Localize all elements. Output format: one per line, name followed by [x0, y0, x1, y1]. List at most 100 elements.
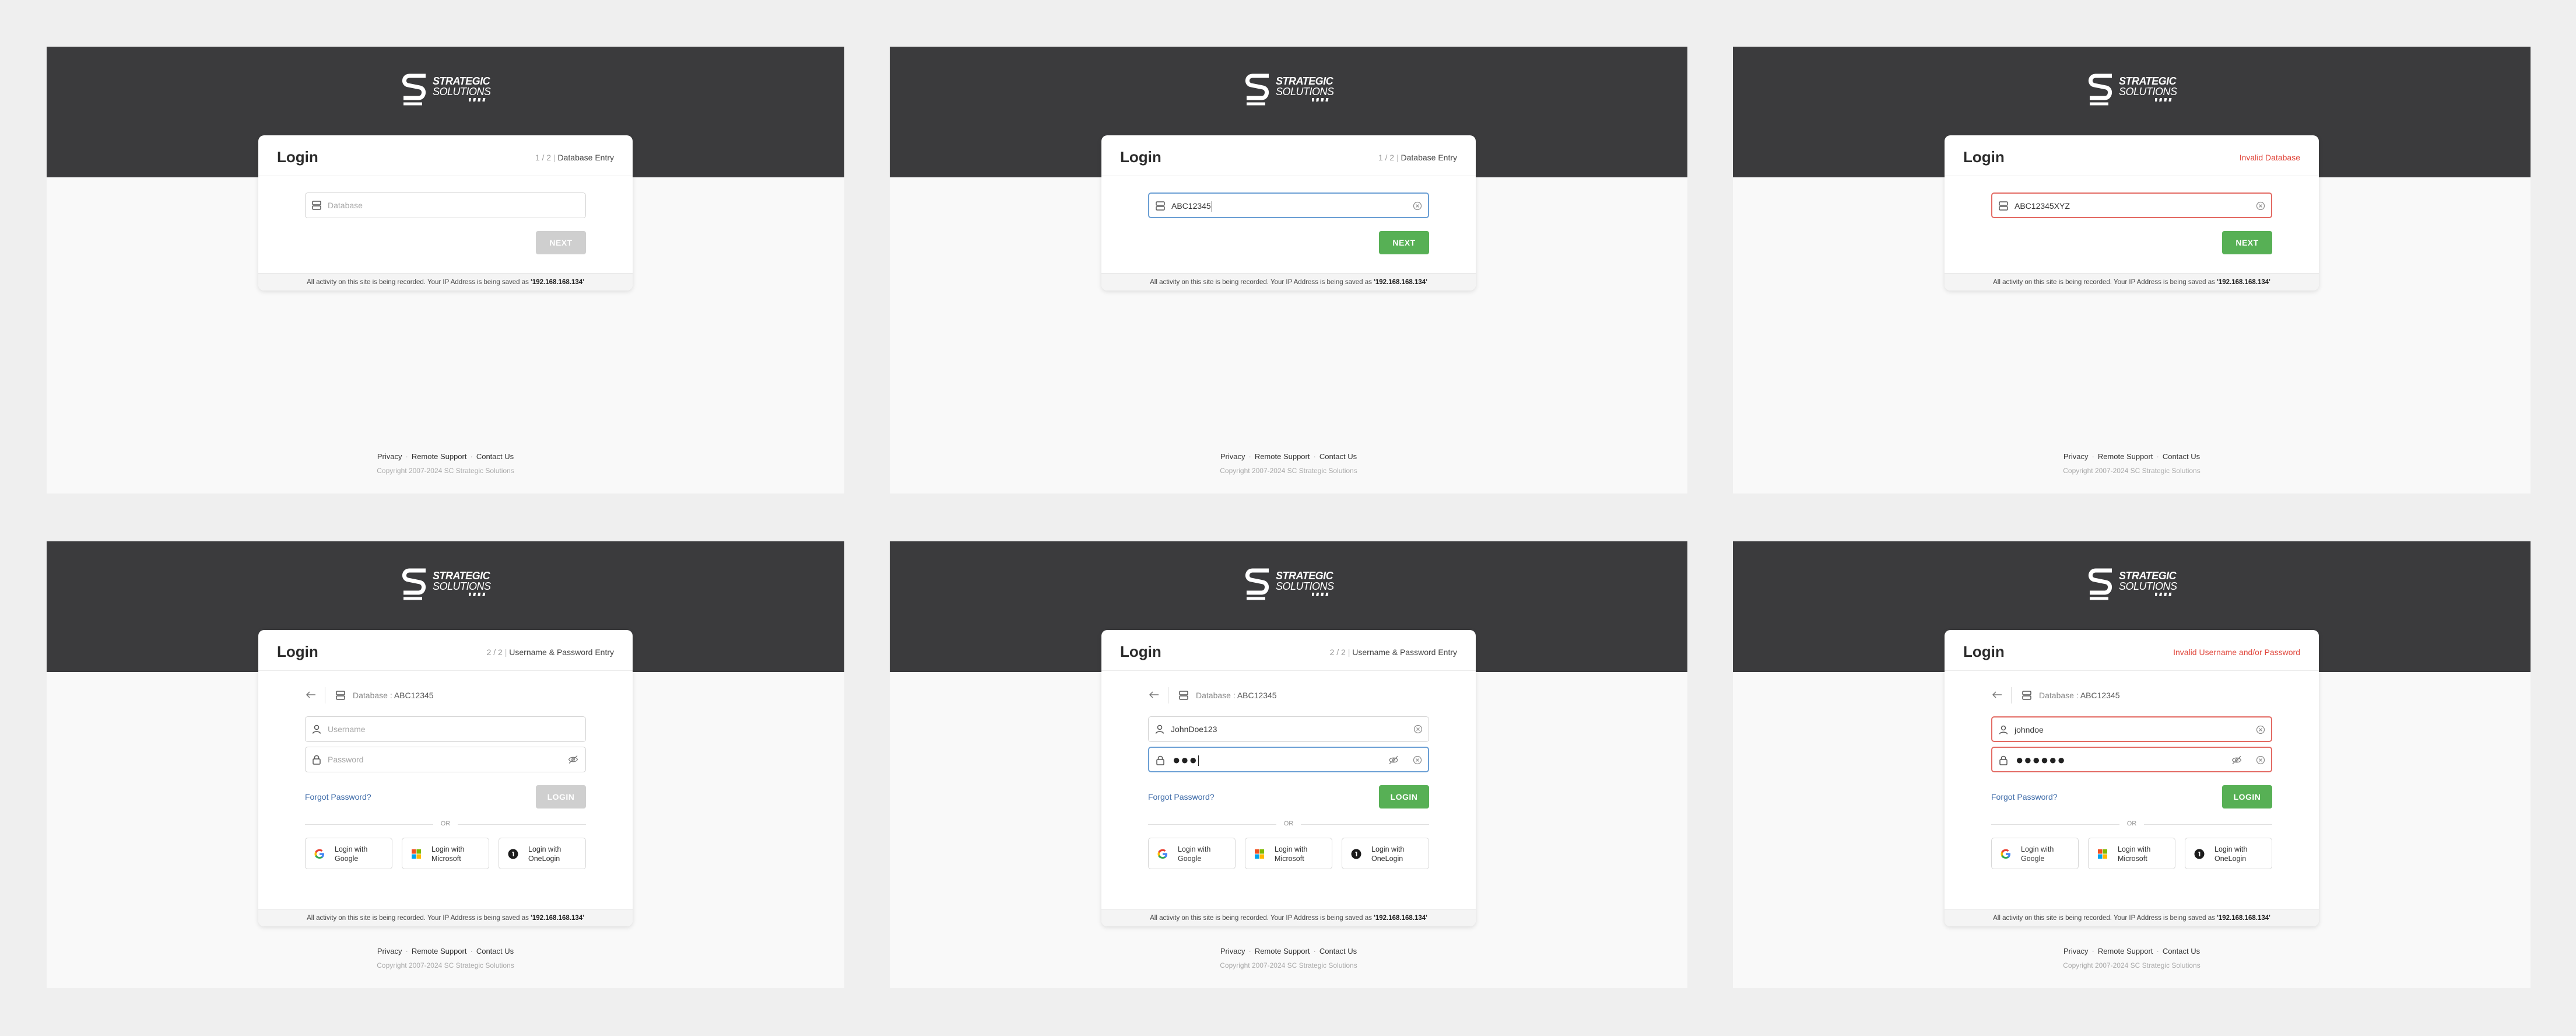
eye-off-icon[interactable] — [1388, 755, 1399, 765]
brand-line1: STRATEGIC — [2119, 570, 2177, 582]
brand-line2: SOLUTIONS — [433, 580, 491, 592]
privacy-link[interactable]: Privacy — [2063, 452, 2089, 461]
forgot-password-link[interactable]: Forgot Password? — [305, 792, 371, 802]
remote-support-link[interactable]: Remote Support — [2098, 947, 2153, 956]
card-title: Login — [1120, 148, 1161, 166]
step-indicator: 2 / 2 | Username & Password Entry — [1330, 648, 1457, 657]
card-header: Login 2 / 2 | Username & Password Entry — [258, 630, 633, 671]
database-input[interactable]: ABC12345 — [1148, 192, 1429, 218]
eye-off-icon[interactable] — [568, 755, 578, 764]
login-card: Login 2 / 2 | Username & Password Entry … — [1101, 630, 1476, 926]
remote-support-link[interactable]: Remote Support — [2098, 452, 2153, 461]
password-input[interactable]: ●●●●●● — [1991, 747, 2272, 772]
onelogin-login-line1: Login with — [2214, 845, 2248, 853]
privacy-link[interactable]: Privacy — [1220, 452, 1245, 461]
footer-dot: · — [2091, 947, 2094, 956]
step-number: 1 / 2 — [535, 153, 552, 162]
copyright: Copyright 2007-2024 SC Strategic Solutio… — [2063, 961, 2201, 970]
password-value: ●●● — [1173, 754, 1199, 766]
eye-off-icon[interactable] — [2231, 755, 2242, 765]
username-input[interactable]: JohnDoe123 — [1148, 716, 1429, 742]
google-login-button[interactable]: Login with Google — [1148, 838, 1236, 869]
onelogin-login-button[interactable]: Login with OneLogin — [499, 838, 586, 869]
logo-mark-icon — [1245, 74, 1269, 106]
brand-line2: SOLUTIONS — [1276, 86, 1334, 97]
back-arrow-icon[interactable] — [1148, 690, 1160, 700]
database-input[interactable]: ABC12345XYZ — [1991, 192, 2272, 218]
remote-support-link[interactable]: Remote Support — [1255, 947, 1310, 956]
login-button[interactable]: LOGIN — [2222, 785, 2272, 808]
login-card: Login Invalid Username and/or Password D… — [1945, 630, 2319, 926]
privacy-link[interactable]: Privacy — [2063, 947, 2089, 956]
contact-us-link[interactable]: Contact Us — [1319, 947, 1357, 956]
contact-us-link[interactable]: Contact Us — [476, 947, 514, 956]
contact-us-link[interactable]: Contact Us — [1319, 452, 1357, 461]
back-arrow-icon[interactable] — [305, 690, 317, 700]
next-button[interactable]: NEXT — [536, 231, 586, 254]
remote-support-link[interactable]: Remote Support — [412, 947, 467, 956]
card-title: Login — [277, 643, 318, 660]
microsoft-icon — [412, 849, 421, 859]
clear-icon[interactable] — [1413, 755, 1422, 765]
remote-support-link[interactable]: Remote Support — [1255, 452, 1310, 461]
microsoft-login-line1: Login with — [431, 845, 465, 853]
next-button[interactable]: NEXT — [1379, 231, 1429, 254]
brand-line2: SOLUTIONS — [1276, 580, 1334, 592]
next-button[interactable]: NEXT — [2222, 231, 2272, 254]
remote-support-link[interactable]: Remote Support — [412, 452, 467, 461]
privacy-link[interactable]: Privacy — [377, 947, 402, 956]
card-body: ABC12345XYZ NEXT — [1945, 176, 2319, 273]
notice-text: All activity on this site is being recor… — [307, 915, 531, 922]
onelogin-login-button[interactable]: Login with OneLogin — [2185, 838, 2272, 869]
brand-line1: STRATEGIC — [433, 570, 490, 582]
clear-icon[interactable] — [2256, 201, 2265, 211]
notice-ip: '192.168.168.134' — [1374, 279, 1427, 286]
microsoft-login-button[interactable]: Login with Microsoft — [2088, 838, 2175, 869]
onelogin-login-button[interactable]: Login with OneLogin — [1342, 838, 1429, 869]
card-body: ABC12345 NEXT — [1101, 176, 1476, 273]
clear-icon[interactable] — [1413, 201, 1422, 211]
logo-stripes — [2155, 593, 2173, 596]
microsoft-login-button[interactable]: Login with Microsoft — [1245, 838, 1332, 869]
brand-line1: STRATEGIC — [1276, 75, 1333, 87]
database-sep: : — [1233, 691, 1236, 700]
password-input[interactable]: ●●● — [1148, 747, 1429, 772]
password-dots: ●●● — [1173, 752, 1198, 767]
privacy-link[interactable]: Privacy — [377, 452, 402, 461]
brand-line2: SOLUTIONS — [2119, 580, 2177, 592]
password-input[interactable]: Password — [305, 747, 586, 772]
card-title: Login — [277, 148, 318, 166]
card-header: Login 2 / 2 | Username & Password Entry — [1101, 630, 1476, 671]
google-login-button[interactable]: Login with Google — [305, 838, 392, 869]
google-login-button[interactable]: Login with Google — [1991, 838, 2079, 869]
database-input[interactable]: Database — [305, 192, 586, 218]
privacy-link[interactable]: Privacy — [1220, 947, 1245, 956]
lock-icon — [1156, 755, 1164, 765]
back-arrow-icon[interactable] — [1991, 690, 2003, 700]
contact-us-link[interactable]: Contact Us — [476, 452, 514, 461]
clear-icon[interactable] — [2256, 755, 2265, 765]
lock-icon — [313, 755, 321, 765]
card-title: Login — [1120, 643, 1161, 660]
divider — [2011, 687, 2012, 704]
microsoft-login-button[interactable]: Login with Microsoft — [402, 838, 489, 869]
onelogin-icon — [508, 849, 518, 859]
login-screen-credentials-invalid: STRATEGIC SOLUTIONS Login Invalid Userna… — [1733, 541, 2531, 988]
database-value: ABC12345 — [1237, 691, 1277, 700]
step-label: Username & Password Entry — [1352, 648, 1457, 657]
login-button[interactable]: LOGIN — [1379, 785, 1429, 808]
clear-icon[interactable] — [1413, 724, 1423, 734]
username-input[interactable]: Username — [305, 716, 586, 742]
step-label: Username & Password Entry — [509, 648, 614, 657]
forgot-password-link[interactable]: Forgot Password? — [1991, 792, 2058, 802]
username-input[interactable]: johndoe — [1991, 716, 2272, 742]
step-separator: | — [504, 648, 507, 657]
card-header: Login 1 / 2 | Database Entry — [258, 135, 633, 176]
contact-us-link[interactable]: Contact Us — [2163, 947, 2200, 956]
login-button[interactable]: LOGIN — [536, 785, 586, 808]
brand-line2: SOLUTIONS — [2119, 86, 2177, 97]
forgot-password-link[interactable]: Forgot Password? — [1148, 792, 1215, 802]
clear-icon[interactable] — [2256, 725, 2265, 734]
contact-us-link[interactable]: Contact Us — [2163, 452, 2200, 461]
card-body: Database : ABC12345 Username Password Fo… — [258, 671, 633, 909]
